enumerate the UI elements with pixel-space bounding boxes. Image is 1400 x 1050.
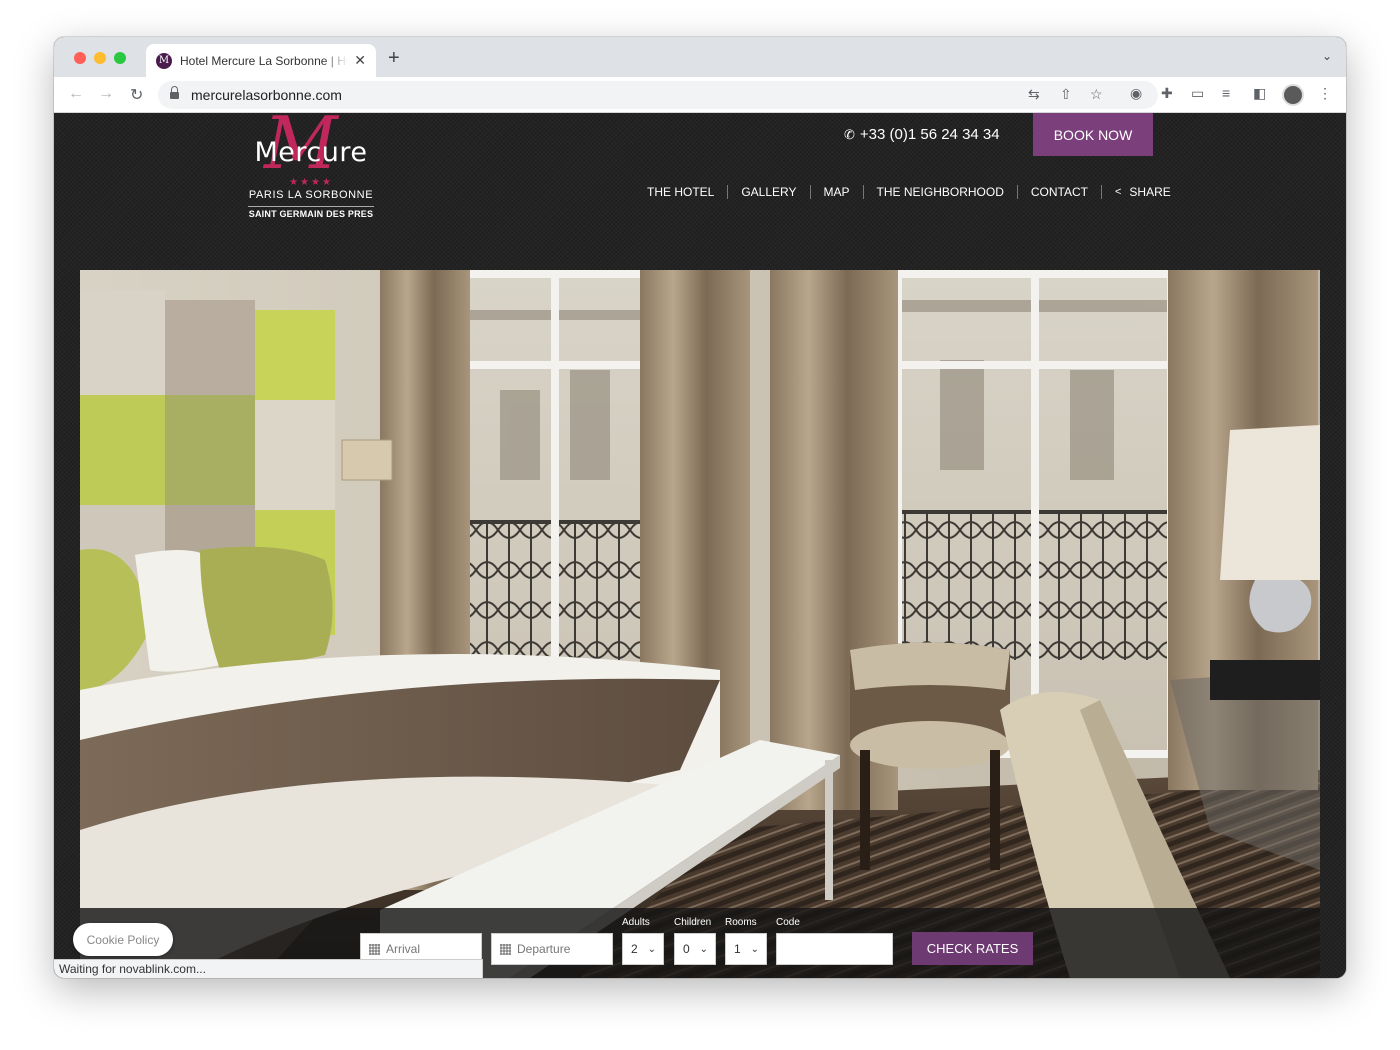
- phone-icon: ✆: [844, 126, 855, 142]
- web-page: M Mercure ★★★★ PARIS LA SORBONNE SAINT G…: [54, 113, 1346, 978]
- tab-search-chevron-icon[interactable]: ⌄: [1322, 49, 1332, 63]
- close-window-button[interactable]: [74, 52, 86, 64]
- logo-divider: [248, 206, 374, 207]
- minimize-window-button[interactable]: [94, 52, 106, 64]
- adults-value: 2: [631, 942, 638, 956]
- new-tab-button[interactable]: +: [388, 47, 400, 70]
- nav-item-gallery[interactable]: GALLERY: [728, 185, 811, 199]
- tab-title: Hotel Mercure La Sorbonne | Hotel Paris: [180, 53, 348, 68]
- cookie-policy-button[interactable]: Cookie Policy: [73, 923, 173, 956]
- book-now-button[interactable]: BOOK NOW: [1033, 113, 1153, 156]
- media-controls-icon[interactable]: ≡: [1222, 85, 1230, 101]
- adults-label: Adults: [622, 917, 650, 928]
- phone-number-text: +33 (0)1 56 24 34 34: [859, 126, 1000, 143]
- main-navigation: THE HOTEL GALLERY MAP THE NEIGHBORHOOD C…: [634, 184, 1184, 200]
- browser-toolbar: ← → ↻ mercurelasorbonne.com ⇆ ⇧ ☆ ◉ ✚ ▭ …: [54, 77, 1346, 113]
- nav-item-map[interactable]: MAP: [811, 185, 864, 199]
- extensions-puzzle-icon[interactable]: ✚: [1161, 85, 1173, 102]
- logo-subtitle: PARIS LA SORBONNE: [248, 189, 374, 201]
- chevron-down-icon: ⌄: [750, 943, 759, 955]
- profile-avatar[interactable]: [1282, 84, 1304, 106]
- children-select[interactable]: 0 ⌄: [674, 933, 716, 965]
- more-menu-icon[interactable]: ⋮: [1318, 85, 1332, 102]
- rooms-label: Rooms: [725, 917, 757, 928]
- browser-window: M Hotel Mercure La Sorbonne | Hotel Pari…: [54, 37, 1346, 978]
- tab-strip: M Hotel Mercure La Sorbonne | Hotel Pari…: [54, 37, 1346, 77]
- mercure-favicon-icon: M: [156, 52, 172, 69]
- forward-arrow-icon[interactable]: →: [98, 85, 114, 103]
- calendar-icon: [369, 943, 380, 955]
- rooms-select[interactable]: 1 ⌄: [725, 933, 767, 965]
- url-text[interactable]: mercurelasorbonne.com: [191, 87, 342, 103]
- departure-date-input[interactable]: Departure: [491, 933, 613, 965]
- nav-item-share[interactable]: < SHARE: [1102, 185, 1184, 199]
- arrival-placeholder: Arrival: [386, 942, 421, 956]
- address-bar[interactable]: mercurelasorbonne.com ⇆ ⇧ ☆: [158, 81, 1158, 109]
- code-label: Code: [776, 917, 800, 928]
- children-value: 0: [683, 942, 690, 956]
- extension-password-icon[interactable]: ◉: [1130, 85, 1142, 102]
- browser-status-bar: Waiting for novablink.com...: [54, 959, 483, 978]
- calendar-icon: [500, 943, 511, 955]
- logo-tagline: SAINT GERMAIN DES PRES: [248, 209, 374, 219]
- rooms-value: 1: [734, 942, 741, 956]
- children-label: Children: [674, 917, 712, 928]
- maximize-window-button[interactable]: [114, 52, 126, 64]
- departure-placeholder: Departure: [517, 942, 571, 956]
- back-arrow-icon[interactable]: ←: [68, 85, 84, 103]
- check-rates-button[interactable]: CHECK RATES: [912, 932, 1033, 965]
- reload-icon[interactable]: ↻: [130, 85, 143, 105]
- chevron-down-icon: ⌄: [699, 943, 708, 955]
- phone-number[interactable]: ✆ +33 (0)1 56 24 34 34: [844, 126, 1000, 143]
- nav-item-the-neighborhood[interactable]: THE NEIGHBORHOOD: [864, 185, 1018, 199]
- lock-icon[interactable]: [170, 85, 179, 101]
- share-page-icon[interactable]: ⇧: [1060, 86, 1072, 103]
- bookmark-star-icon[interactable]: ☆: [1090, 86, 1103, 103]
- chevron-down-icon: ⌄: [647, 943, 656, 955]
- side-panel-icon[interactable]: ◧: [1253, 85, 1266, 102]
- cast-icon[interactable]: ▭: [1191, 85, 1204, 102]
- hotel-logo[interactable]: M Mercure ★★★★ PARIS LA SORBONNE SAINT G…: [246, 113, 376, 223]
- translate-icon[interactable]: ⇆: [1028, 86, 1040, 103]
- share-icon: <: [1114, 186, 1122, 198]
- logo-wordmark: Mercure: [254, 137, 368, 168]
- nav-item-the-hotel[interactable]: THE HOTEL: [634, 185, 729, 199]
- promo-code-input[interactable]: [776, 933, 893, 965]
- close-tab-icon[interactable]: ✕: [354, 52, 366, 69]
- browser-tab[interactable]: M Hotel Mercure La Sorbonne | Hotel Pari…: [146, 44, 376, 77]
- nav-item-contact[interactable]: CONTACT: [1018, 185, 1102, 199]
- adults-select[interactable]: 2 ⌄: [622, 933, 664, 965]
- logo-stars: ★★★★: [289, 177, 333, 188]
- share-label: SHARE: [1129, 185, 1171, 199]
- hero-room-photo: [80, 270, 1320, 978]
